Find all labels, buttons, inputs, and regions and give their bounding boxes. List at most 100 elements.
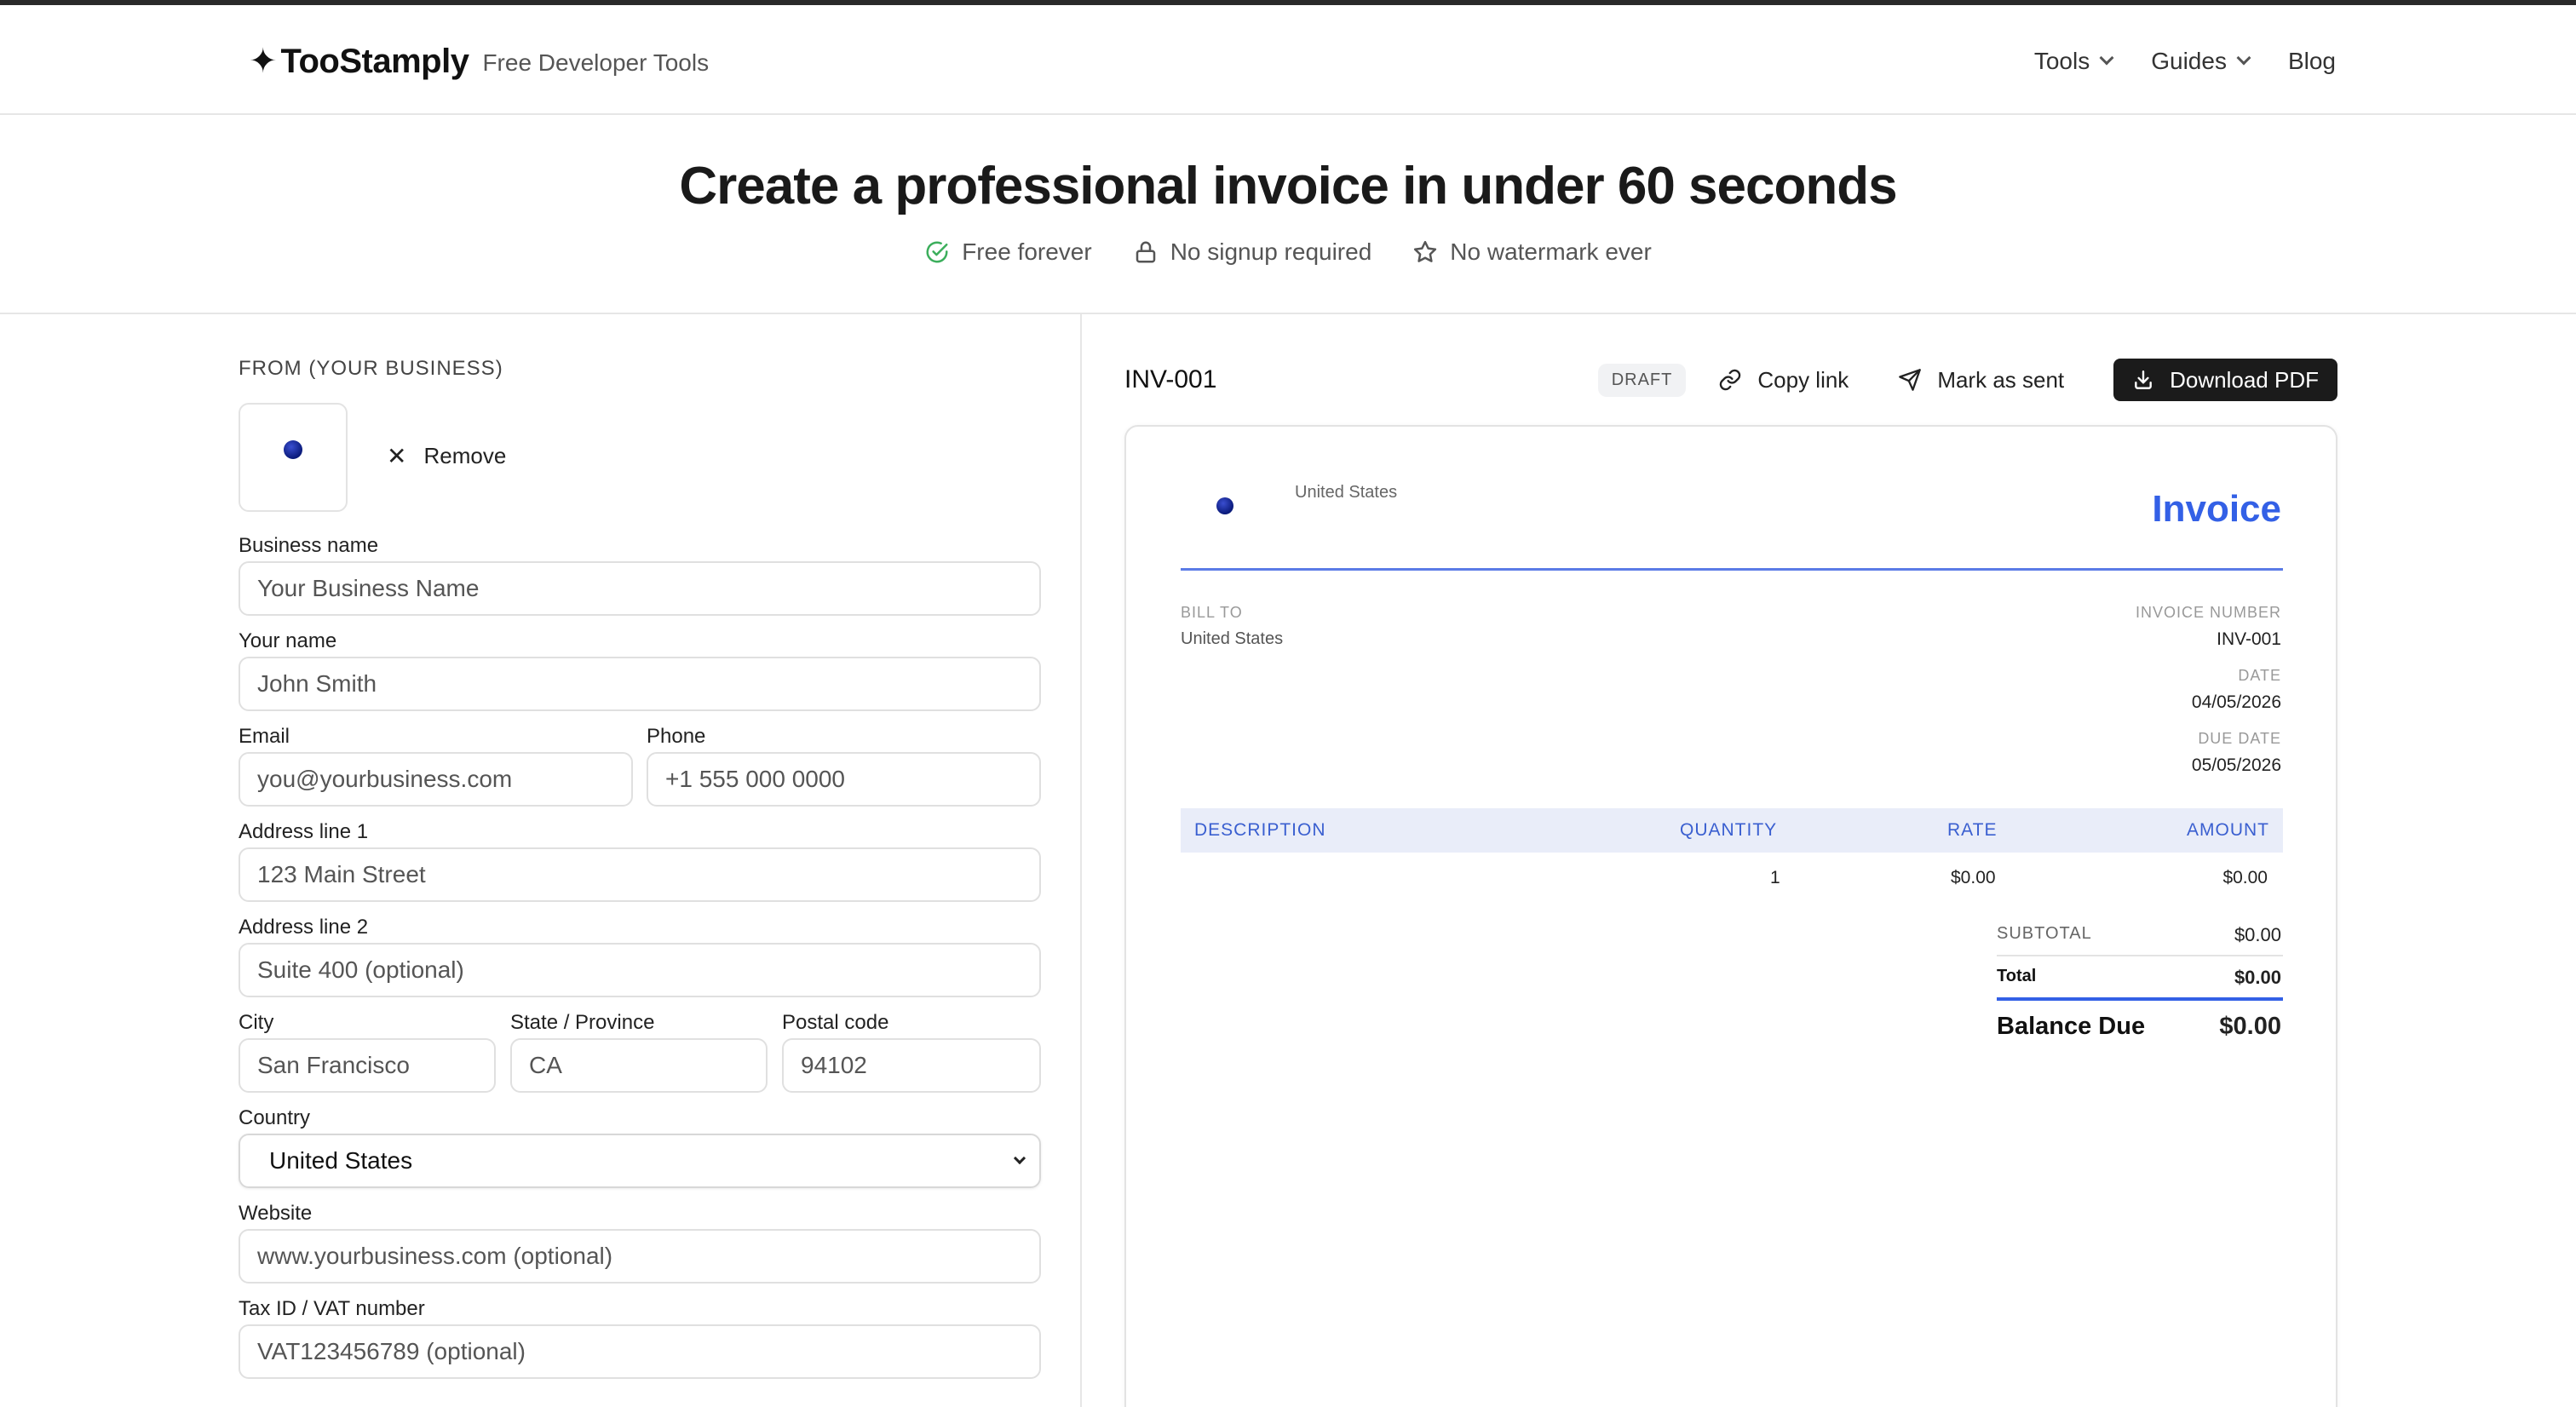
business-form: FROM (YOUR BUSINESS) ✕ Remove Business n… xyxy=(0,314,1082,1407)
postal-code-input[interactable]: 94102 xyxy=(782,1038,1041,1093)
tax-id-label: Tax ID / VAT number xyxy=(239,1297,425,1320)
balance-due-value: $0.00 xyxy=(2219,1013,2281,1040)
business-name-label: Business name xyxy=(239,534,379,557)
nav-guides-label: Guides xyxy=(2151,48,2227,74)
row-quantity: 1 xyxy=(1770,868,1780,887)
invoice-title: Invoice xyxy=(2152,488,2281,530)
due-date-value: 05/05/2026 xyxy=(2191,755,2281,775)
website-label: Website xyxy=(239,1202,313,1225)
sparkle-icon: ✦ xyxy=(249,43,278,80)
link-icon xyxy=(1720,369,1741,391)
col-description: DESCRIPTION xyxy=(1194,820,1326,840)
col-rate: RATE xyxy=(1947,820,1998,840)
due-date-label: DUE DATE xyxy=(2198,730,2281,747)
preview-toolbar: DRAFT Copy link Mark as sent Download PD… xyxy=(1597,359,2337,401)
invoice-number-label: INVOICE NUMBER xyxy=(2135,604,2281,621)
country-group: Country United States xyxy=(239,1106,1041,1188)
uploaded-logo xyxy=(284,440,302,459)
col-amount: AMOUNT xyxy=(2187,820,2269,840)
badge-free: Free forever xyxy=(924,238,1092,266)
subtotal-divider xyxy=(1997,955,2283,956)
address2-group: Address line 2 Suite 400 (optional) xyxy=(239,916,1041,997)
status-badge: DRAFT xyxy=(1597,363,1687,397)
check-circle-icon xyxy=(926,241,948,263)
nav-tools-label: Tools xyxy=(2033,48,2090,74)
header-divider xyxy=(1181,568,2283,571)
address2-input[interactable]: Suite 400 (optional) xyxy=(239,943,1041,997)
your-name-label: Your name xyxy=(239,629,337,652)
invoice-number-value: INV-001 xyxy=(2217,629,2281,649)
bill-to-label: BILL TO xyxy=(1181,604,1243,621)
nav-tools[interactable]: Tools xyxy=(2033,48,2114,75)
date-value: 04/05/2026 xyxy=(2191,692,2281,712)
send-icon xyxy=(1899,369,1922,391)
business-name-group: Business name Your Business Name xyxy=(239,534,1041,616)
chevron-down-icon xyxy=(2099,50,2114,66)
main-nav: Tools Guides Blog xyxy=(2034,37,2336,85)
address1-label: Address line 1 xyxy=(239,820,369,843)
address1-input[interactable]: 123 Main Street xyxy=(239,847,1041,902)
state-input[interactable]: CA xyxy=(510,1038,768,1093)
badge-nowatermark: No watermark ever xyxy=(1412,238,1652,266)
business-name-input[interactable]: Your Business Name xyxy=(239,561,1041,616)
invoice-logo xyxy=(1216,497,1233,514)
country-label: Country xyxy=(239,1106,311,1129)
phone-field[interactable]: +1 555 000 0000 xyxy=(647,752,1041,807)
invoice-paper: United States Invoice BILL TO United Sta… xyxy=(1124,425,2337,1407)
logo-upload[interactable] xyxy=(239,403,348,512)
chevron-down-icon xyxy=(1013,1151,1026,1165)
your-name-group: Your name John Smith xyxy=(239,629,1041,711)
chevron-down-icon xyxy=(2236,50,2251,66)
download-icon xyxy=(2135,370,2152,389)
brand-name: TooStamply xyxy=(280,42,469,80)
site-header: ✦ TooStamply Free Developer Tools Tools … xyxy=(0,5,2576,115)
subtotal-value: $0.00 xyxy=(2234,924,2281,945)
row-amount: $0.00 xyxy=(2222,868,2268,887)
badge-nowatermark-label: No watermark ever xyxy=(1450,238,1652,265)
remove-logo-button[interactable]: ✕ Remove xyxy=(387,442,506,470)
nav-blog[interactable]: Blog xyxy=(2288,48,2336,75)
website-group: Website www.yourbusiness.com (optional) xyxy=(239,1202,1041,1284)
city-input[interactable]: San Francisco xyxy=(239,1038,496,1093)
invoice-id: INV-001 xyxy=(1124,365,1217,393)
address1-group: Address line 1 123 Main Street xyxy=(239,820,1041,902)
download-pdf-button[interactable]: Download PDF xyxy=(2113,359,2337,401)
tax-id-group: Tax ID / VAT number VAT123456789 (option… xyxy=(239,1297,1041,1379)
badge-nosignup-label: No signup required xyxy=(1170,238,1372,265)
phone-group: Phone +1 555 000 0000 xyxy=(647,725,1041,807)
city-group: City San Francisco xyxy=(239,1011,496,1093)
download-pdf-label: Download PDF xyxy=(2170,366,2319,393)
total-value: $0.00 xyxy=(2234,967,2281,988)
balance-due-label: Balance Due xyxy=(1997,1013,2146,1040)
copy-link-button[interactable]: Copy link xyxy=(1718,367,1849,393)
state-label: State / Province xyxy=(510,1011,655,1034)
bill-to-value: United States xyxy=(1181,629,1284,648)
mark-as-sent-button[interactable]: Mark as sent xyxy=(1898,367,2064,393)
badge-nosignup: No signup required xyxy=(1133,238,1372,266)
state-group: State / Province CA xyxy=(510,1011,768,1093)
email-group: Email you@yourbusiness.com xyxy=(239,725,633,807)
tax-id-input[interactable]: VAT123456789 (optional) xyxy=(239,1324,1041,1379)
close-icon: ✕ xyxy=(387,443,407,469)
lock-icon xyxy=(1136,241,1155,263)
items-table-header: DESCRIPTION QUANTITY RATE AMOUNT xyxy=(1181,808,2283,853)
row-rate: $0.00 xyxy=(1951,868,1996,887)
email-field[interactable]: you@yourbusiness.com xyxy=(239,752,633,807)
country-select[interactable]: United States xyxy=(239,1134,1041,1188)
brand-tagline: Free Developer Tools xyxy=(482,49,710,76)
brand-logo[interactable]: ✦ TooStamply Free Developer Tools xyxy=(249,37,709,85)
date-label: DATE xyxy=(2238,667,2281,684)
mark-as-sent-label: Mark as sent xyxy=(1937,366,2065,393)
subtotal-label: SUBTOTAL xyxy=(1997,924,2092,943)
remove-label: Remove xyxy=(423,443,507,468)
email-label: Email xyxy=(239,725,290,748)
total-label: Total xyxy=(1997,967,2037,985)
address2-label: Address line 2 xyxy=(239,916,369,939)
section-title: FROM (YOUR BUSINESS) xyxy=(239,357,503,380)
hero: Create a professional invoice in under 6… xyxy=(0,115,2576,314)
copy-link-label: Copy link xyxy=(1757,366,1849,393)
your-name-input[interactable]: John Smith xyxy=(239,657,1041,711)
total-divider xyxy=(1997,997,2283,1001)
nav-guides[interactable]: Guides xyxy=(2151,48,2251,75)
website-input[interactable]: www.yourbusiness.com (optional) xyxy=(239,1229,1041,1284)
